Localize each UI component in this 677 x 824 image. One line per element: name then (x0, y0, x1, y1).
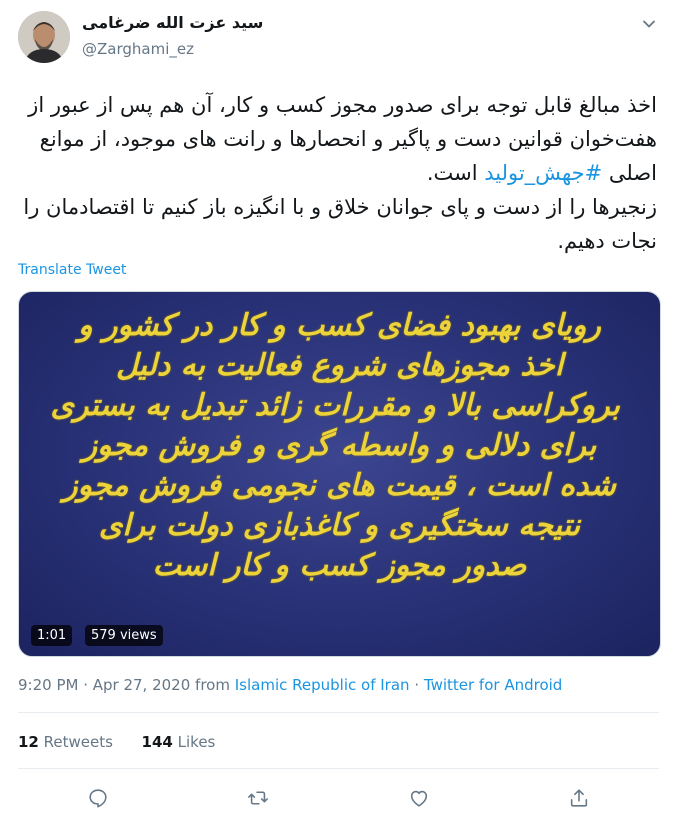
video-text-line: بروکراسی بالا و مقررات زائد تبدیل به بست… (50, 388, 620, 423)
video-player[interactable]: رویای بهبود فضای کسب و کار در کشور و اخذ… (18, 291, 661, 657)
video-caption-text: رویای بهبود فضای کسب و کار در کشور و اخذ… (50, 306, 620, 586)
video-text-line: برای دلالی و واسطه گری و فروش مجوز (82, 428, 597, 463)
hashtag-link[interactable]: #جهش_تولید (484, 161, 602, 185)
likes-stat[interactable]: 144 Likes (142, 733, 216, 751)
video-text-line: نتیجه سختگیری و کاغذبازی دولت برای (98, 508, 581, 543)
avatar[interactable] (18, 11, 70, 63)
translate-tweet-link[interactable]: Translate Tweet (18, 262, 126, 278)
retweets-stat[interactable]: 12 Retweets (18, 733, 113, 751)
reply-icon[interactable] (84, 784, 112, 812)
tweet-text: اخذ مبالغ قابل توجه برای صدور مجوز کسب و… (18, 88, 657, 258)
video-text-line: اخذ مجوزهای شروع فعالیت به دلیل (115, 348, 564, 383)
video-views-badge: 579 views (85, 625, 163, 646)
likes-count: 144 (141, 733, 173, 751)
location-link[interactable]: Islamic Republic of Iran (235, 676, 410, 694)
video-text-line: رویای بهبود فضای کسب و کار در کشور و (78, 308, 601, 343)
like-icon[interactable] (405, 784, 433, 812)
video-text-line: شده است ، قیمت های نجومی فروش مجوز (63, 468, 616, 503)
retweets-label: Retweets (43, 733, 113, 751)
retweets-count: 12 (18, 733, 39, 751)
client-link[interactable]: Twitter for Android (424, 676, 562, 694)
retweet-icon[interactable] (244, 784, 272, 812)
share-icon[interactable] (565, 784, 593, 812)
tweet-stats: 12 Retweets 144 Likes (18, 733, 215, 751)
divider (18, 768, 659, 769)
from-word: from (195, 676, 230, 694)
tweet-text-part: زنجیرها را از دست و پای جوانان خلاق و با… (23, 195, 657, 253)
likes-label: Likes (177, 733, 216, 751)
meta-separator: · (414, 676, 420, 694)
tweet-meta: 9:20 PM · Apr 27, 2020 from Islamic Repu… (18, 676, 562, 694)
video-text-line: صدور مجوز کسب و کار است (152, 548, 527, 583)
user-handle[interactable]: @Zarghami_ez (82, 40, 194, 58)
timestamp[interactable]: 9:20 PM · Apr 27, 2020 (18, 676, 190, 694)
display-name[interactable]: سید عزت الله ضرغامی (82, 13, 263, 32)
divider (18, 712, 659, 713)
video-duration-badge: 1:01 (31, 625, 73, 646)
action-bar (18, 784, 659, 812)
tweet-text-part: است. (426, 161, 485, 185)
chevron-down-icon[interactable] (639, 14, 659, 34)
